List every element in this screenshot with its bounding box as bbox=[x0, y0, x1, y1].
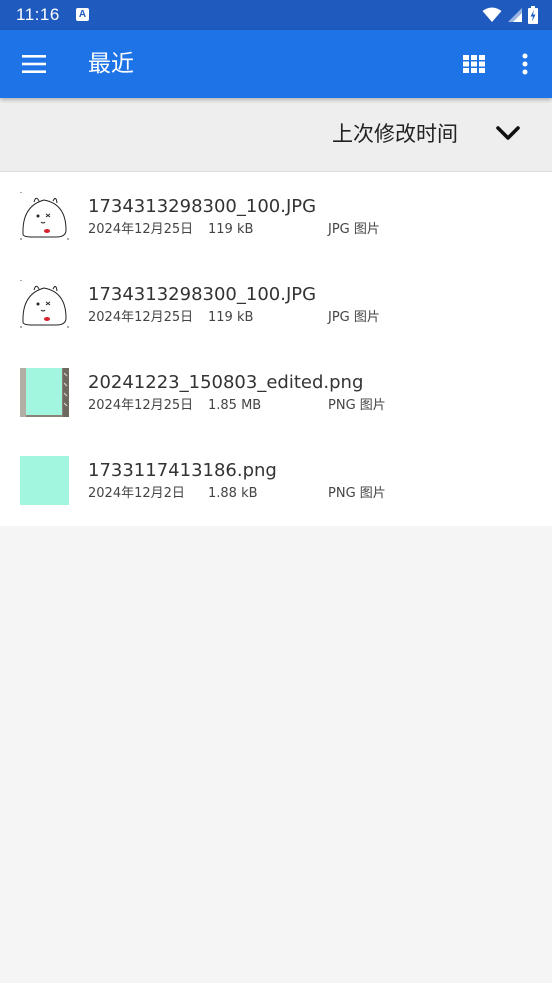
file-thumbnail bbox=[20, 280, 69, 329]
file-row[interactable]: 1733117413186.png 2024年12月2日 1.88 kB PNG… bbox=[0, 436, 552, 524]
file-name: 1734313298300_100.JPG bbox=[88, 196, 317, 217]
file-size: 1.85 MB bbox=[208, 398, 262, 413]
grid-view-button[interactable] bbox=[454, 44, 494, 84]
file-type: PNG 图片 bbox=[328, 398, 386, 413]
cartoon-thumbnail-icon bbox=[20, 280, 69, 329]
file-date: 2024年12月25日 bbox=[88, 310, 194, 325]
chevron-down-icon bbox=[496, 126, 520, 140]
file-date: 2024年12月25日 bbox=[88, 222, 194, 237]
battery-icon bbox=[528, 6, 538, 24]
status-time: 11:16 bbox=[16, 5, 60, 24]
app-bar: 最近 bbox=[0, 30, 552, 98]
file-type: JPG 图片 bbox=[328, 222, 380, 237]
file-date: 2024年12月25日 bbox=[88, 398, 194, 413]
status-icons bbox=[482, 6, 538, 24]
grid-view-icon bbox=[463, 55, 485, 73]
file-type: PNG 图片 bbox=[328, 486, 386, 501]
wifi-icon bbox=[482, 7, 502, 22]
page-title: 最近 bbox=[88, 51, 134, 77]
file-type: JPG 图片 bbox=[328, 310, 380, 325]
sort-order-button[interactable] bbox=[488, 114, 528, 154]
cartoon-thumbnail-icon bbox=[20, 192, 69, 241]
file-name: 1734313298300_100.JPG bbox=[88, 284, 317, 305]
file-size: 1.88 kB bbox=[208, 486, 258, 501]
file-date: 2024年12月2日 bbox=[88, 486, 185, 501]
file-row[interactable]: 1734313298300_100.JPG 2024年12月25日 119 kB… bbox=[0, 260, 552, 348]
more-vert-icon bbox=[522, 53, 528, 75]
menu-icon bbox=[22, 55, 46, 73]
menu-button[interactable] bbox=[14, 44, 54, 84]
file-row[interactable]: 20241223_150803_edited.png 2024年12月25日 1… bbox=[0, 348, 552, 436]
file-list: 1734313298300_100.JPG 2024年12月25日 119 kB… bbox=[0, 172, 552, 526]
file-thumbnail bbox=[20, 368, 69, 417]
file-name: 20241223_150803_edited.png bbox=[88, 372, 364, 393]
sort-bar: 上次修改时间 bbox=[0, 98, 552, 172]
sort-label[interactable]: 上次修改时间 bbox=[332, 119, 458, 149]
file-name: 1733117413186.png bbox=[88, 460, 277, 481]
file-row[interactable]: 1734313298300_100.JPG 2024年12月25日 119 kB… bbox=[0, 172, 552, 260]
notification-icon: A bbox=[76, 8, 89, 21]
file-thumbnail bbox=[20, 192, 69, 241]
file-size: 119 kB bbox=[208, 310, 254, 325]
photo-thumbnail-icon bbox=[20, 368, 69, 417]
file-thumbnail bbox=[20, 456, 69, 505]
file-size: 119 kB bbox=[208, 222, 254, 237]
signal-icon bbox=[508, 8, 522, 22]
more-options-button[interactable] bbox=[505, 44, 545, 84]
status-bar: 11:16 A bbox=[0, 0, 552, 30]
